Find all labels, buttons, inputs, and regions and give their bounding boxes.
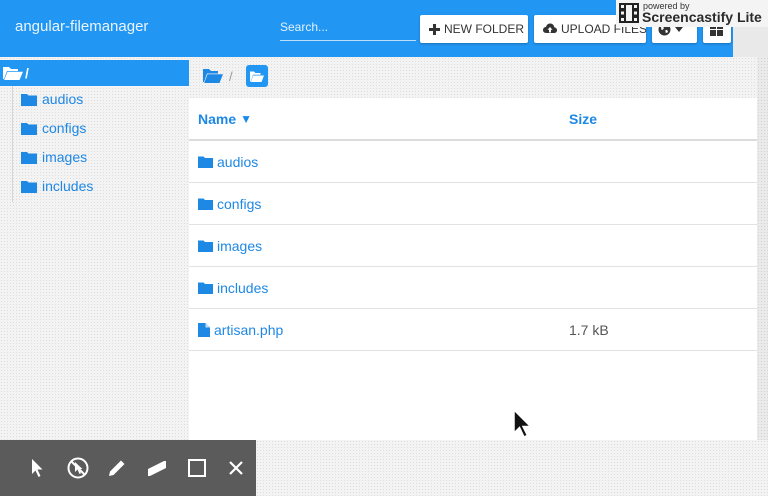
search-box bbox=[280, 14, 416, 41]
folder-icon bbox=[198, 156, 213, 168]
file-name: includes bbox=[217, 280, 269, 296]
tree-root-item[interactable]: / bbox=[0, 60, 189, 86]
folder-icon bbox=[21, 93, 37, 106]
file-name-cell[interactable]: includes bbox=[198, 280, 268, 296]
folder-tree: audios configs images includes bbox=[12, 86, 189, 202]
folder-icon bbox=[21, 122, 37, 135]
table-row[interactable]: images bbox=[189, 225, 757, 267]
tree-item-images[interactable]: images bbox=[21, 146, 87, 168]
no-cursor-icon bbox=[67, 457, 88, 479]
file-name: configs bbox=[217, 196, 262, 212]
column-header-size[interactable]: Size bbox=[569, 111, 597, 127]
tree-item-label: audios bbox=[42, 91, 84, 107]
close-toolbar-button[interactable] bbox=[216, 448, 256, 488]
file-name-cell[interactable]: audios bbox=[198, 154, 258, 170]
breadcrumb: / bbox=[189, 57, 757, 98]
new-folder-label: NEW FOLDER bbox=[444, 22, 525, 36]
file-name-cell[interactable]: configs bbox=[198, 196, 261, 212]
plus-icon bbox=[429, 23, 440, 35]
column-size-label: Size bbox=[569, 111, 598, 127]
sort-desc-icon: ▼ bbox=[240, 112, 253, 126]
tree-item-label: images bbox=[42, 149, 88, 165]
file-list-panel: / Name ▼ Size audios configs images incl… bbox=[189, 57, 757, 440]
highlighter-tool-button[interactable] bbox=[137, 448, 177, 488]
table-row[interactable]: artisan.php 1.7 kB bbox=[189, 309, 757, 351]
file-name: images bbox=[217, 238, 263, 254]
film-icon bbox=[619, 3, 639, 23]
page-background bbox=[256, 440, 768, 496]
screencastify-watermark: powered by Screencastify Lite bbox=[616, 0, 768, 27]
mouse-cursor-icon bbox=[513, 408, 533, 438]
column-header-name[interactable]: Name ▼ bbox=[198, 111, 252, 127]
table-row[interactable]: includes bbox=[189, 267, 757, 309]
folder-open-icon bbox=[250, 71, 264, 82]
folder-icon bbox=[198, 240, 213, 252]
pen-tool-button[interactable] bbox=[97, 448, 137, 488]
app-title[interactable]: angular-filemanager bbox=[15, 18, 148, 35]
highlighter-icon bbox=[147, 461, 166, 476]
tree-root-label: / bbox=[25, 65, 29, 81]
tree-item-label: configs bbox=[42, 120, 87, 136]
annotation-toolbar bbox=[0, 440, 256, 496]
search-input[interactable] bbox=[280, 14, 416, 40]
close-icon bbox=[229, 461, 243, 475]
pointer-icon bbox=[31, 459, 43, 477]
tree-item-label: includes bbox=[42, 178, 94, 194]
folder-icon bbox=[21, 151, 37, 164]
rectangle-icon bbox=[187, 459, 206, 477]
file-name-cell[interactable]: artisan.php bbox=[198, 322, 283, 338]
rectangle-tool-button[interactable] bbox=[177, 448, 217, 488]
file-icon bbox=[198, 323, 210, 337]
scroll-gutter bbox=[757, 57, 768, 440]
pointer-tool-button[interactable] bbox=[18, 448, 58, 488]
file-name-cell[interactable]: images bbox=[198, 238, 262, 254]
tree-item-configs[interactable]: configs bbox=[21, 117, 86, 139]
table-row[interactable]: audios bbox=[189, 141, 757, 183]
tree-item-includes[interactable]: includes bbox=[21, 175, 93, 197]
caret-down-icon bbox=[675, 26, 683, 32]
table-row[interactable]: configs bbox=[189, 183, 757, 225]
breadcrumb-separator: / bbox=[229, 69, 233, 84]
column-name-label: Name bbox=[198, 111, 237, 127]
hide-cursor-tool-button[interactable] bbox=[58, 448, 98, 488]
cloud-upload-icon bbox=[543, 23, 557, 33]
tree-item-audios[interactable]: audios bbox=[21, 88, 83, 110]
folder-tree-sidebar: / audios configs images includes bbox=[0, 57, 189, 440]
file-name: audios bbox=[217, 154, 259, 170]
folder-open-icon[interactable] bbox=[203, 68, 223, 83]
file-size: 1.7 kB bbox=[569, 322, 609, 338]
folder-icon bbox=[21, 180, 37, 193]
folder-icon bbox=[198, 198, 213, 210]
watermark-brand-text: Screencastify Lite bbox=[642, 9, 762, 25]
file-name: artisan.php bbox=[214, 322, 284, 338]
folder-open-icon bbox=[3, 67, 23, 80]
current-folder-button[interactable] bbox=[246, 65, 268, 87]
pen-icon bbox=[109, 460, 125, 476]
folder-icon bbox=[198, 282, 213, 294]
new-folder-button[interactable]: NEW FOLDER bbox=[420, 15, 528, 43]
